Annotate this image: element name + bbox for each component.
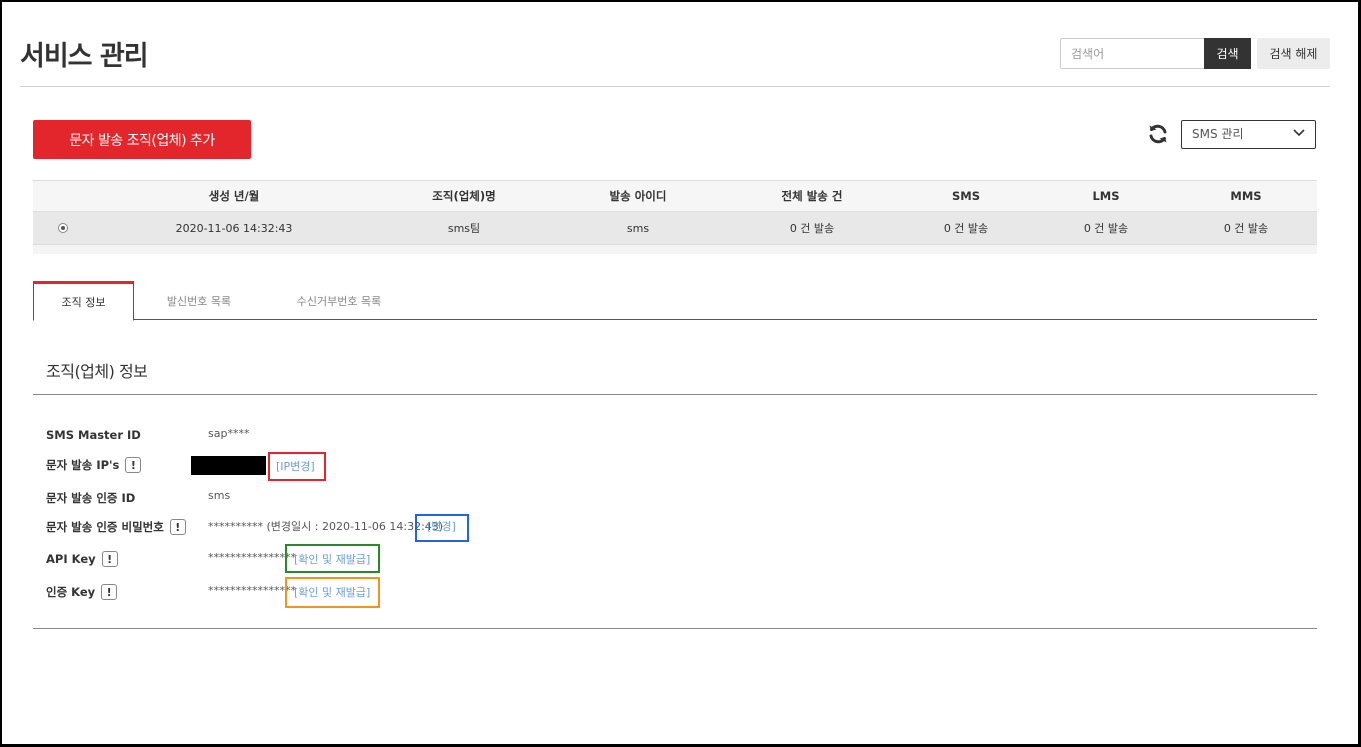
info-icon[interactable]: ! [169,519,186,535]
select-column-header [33,181,93,211]
highlight-box-red [268,452,326,481]
table-row[interactable]: 2020-11-06 14:32:43 sms팀 sms 0 건 발송 0 건 … [33,212,1317,245]
organization-table: 생성 년/월 조직(업체)명 발송 아이디 전체 발송 건 SMS LMS MM… [33,180,1317,254]
refresh-icon[interactable] [1146,122,1170,146]
service-select-value: SMS 관리 [1192,127,1244,141]
info-icon[interactable]: ! [101,584,118,600]
chevron-down-icon [1293,129,1305,137]
ip-label-row: 문자 발송 IP's ! [46,457,142,473]
page-title: 서비스 관리 [20,41,149,72]
org-name-cell: sms팀 [447,222,481,235]
highlight-box-orange [285,577,380,608]
bottom-divider [33,628,1317,629]
app-frame: 서비스 관리 검색 검색 해제 문자 발송 조직(업체) 추가 SMS 관리 생… [2,2,1358,744]
column-header: MMS [1230,189,1262,203]
column-header: 발송 아이디 [609,189,667,203]
created-cell: 2020-11-06 14:32:43 [175,221,293,235]
auth-key-value: **************** [208,584,296,597]
mms-count-cell: 0 건 발송 [1223,222,1269,235]
highlight-box-blue [415,514,469,542]
ip-value [191,456,266,475]
tab-sender-numbers[interactable]: 발신번호 목록 [144,281,254,320]
add-organization-button[interactable]: 문자 발송 조직(업체) 추가 [33,120,251,159]
auth-id-label: 문자 발송 인증 ID [46,491,136,505]
radio-selected-icon[interactable] [58,223,68,233]
column-header: 조직(업체)명 [432,189,496,203]
auth-key-label-row: 인증 Key ! [46,584,118,600]
master-id-value: sap**** [208,427,250,440]
api-key-value: **************** [208,551,296,564]
api-key-label: API Key [46,552,96,566]
section-divider [33,394,1317,395]
table-header: 생성 년/월 조직(업체)명 발송 아이디 전체 발송 건 SMS LMS MM… [33,180,1317,212]
service-select[interactable]: SMS 관리 [1181,120,1316,149]
sender-id-cell: sms [626,221,650,235]
highlight-box-green [285,544,380,573]
info-icon[interactable]: ! [125,457,142,473]
password-value: ********** (변경일시 : 2020-11-06 14:32:43) [208,520,444,533]
password-label: 문자 발송 인증 비밀번호 [46,520,164,534]
section-title: 조직(업체) 정보 [46,362,148,381]
ip-label: 문자 발송 IP's [46,458,120,472]
row-radio[interactable] [33,212,93,244]
redacted-ip [191,456,266,475]
password-label-row: 문자 발송 인증 비밀번호 ! [46,519,186,535]
column-header: 생성 년/월 [208,189,260,203]
auth-key-label: 인증 Key [46,585,96,599]
reset-search-button[interactable]: 검색 해제 [1257,38,1330,69]
info-icon[interactable]: ! [101,551,118,567]
master-id-label: SMS Master ID [46,428,141,442]
tab-organization-info[interactable]: 조직 정보 [33,281,134,321]
auth-id-value: sms [208,489,231,502]
detail-tabs: 조직 정보 발신번호 목록 수신거부번호 목록 [33,281,1317,321]
tab-blocked-numbers[interactable]: 수신거부번호 목록 [264,281,414,320]
search-input[interactable] [1060,38,1205,69]
search-button[interactable]: 검색 [1204,38,1251,69]
api-key-label-row: API Key ! [46,551,118,567]
title-divider [20,86,1330,87]
